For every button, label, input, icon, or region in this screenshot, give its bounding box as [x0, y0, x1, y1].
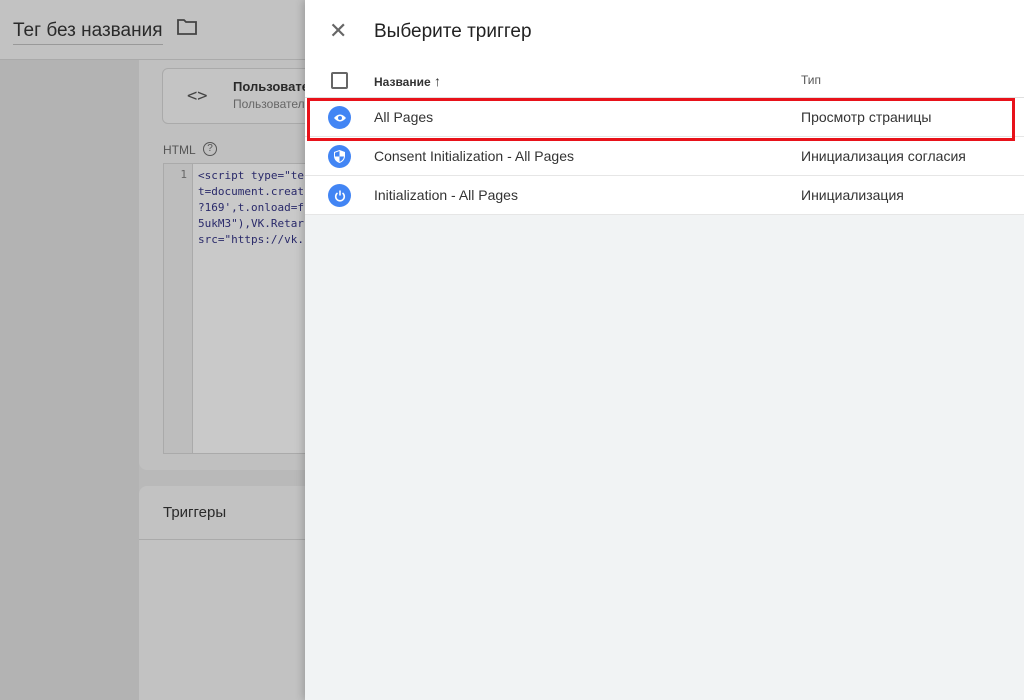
- highlight-annotation: [307, 98, 1015, 141]
- line-numbers: 1: [164, 164, 193, 453]
- shield-icon: [328, 145, 351, 168]
- table-header: Название ↑ Тип: [305, 60, 1024, 98]
- trigger-type: Инициализация согласия: [801, 148, 966, 164]
- code-text: <script type="te t=document.creat ?169',…: [198, 169, 304, 246]
- column-type-header[interactable]: Тип: [801, 73, 821, 87]
- column-name-label: Название: [374, 75, 431, 89]
- trigger-row[interactable]: Consent Initialization - All Pages Иници…: [305, 137, 1024, 176]
- html-label: HTML: [163, 143, 196, 157]
- panel-title: Выберите триггер: [374, 21, 532, 42]
- empty-area: [305, 215, 1024, 700]
- power-icon: [328, 184, 351, 207]
- trigger-type: Инициализация: [801, 187, 904, 203]
- trigger-row[interactable]: Initialization - All Pages Инициализация: [305, 176, 1024, 215]
- left-column: [0, 60, 139, 700]
- tag-name-field[interactable]: Тег без названия: [13, 20, 163, 45]
- html-code-editor[interactable]: 1 <script type="te t=document.creat ?169…: [163, 163, 323, 454]
- column-name-header[interactable]: Название ↑: [374, 73, 441, 89]
- select-all-checkbox[interactable]: [331, 72, 348, 89]
- trigger-name: Initialization - All Pages: [374, 187, 518, 203]
- code-icon: <>: [187, 86, 208, 106]
- close-icon[interactable]: ✕: [329, 18, 347, 44]
- folder-icon[interactable]: [177, 19, 197, 35]
- sort-arrow-icon: ↑: [434, 73, 441, 89]
- trigger-name: Consent Initialization - All Pages: [374, 148, 574, 164]
- help-icon[interactable]: ?: [203, 142, 217, 156]
